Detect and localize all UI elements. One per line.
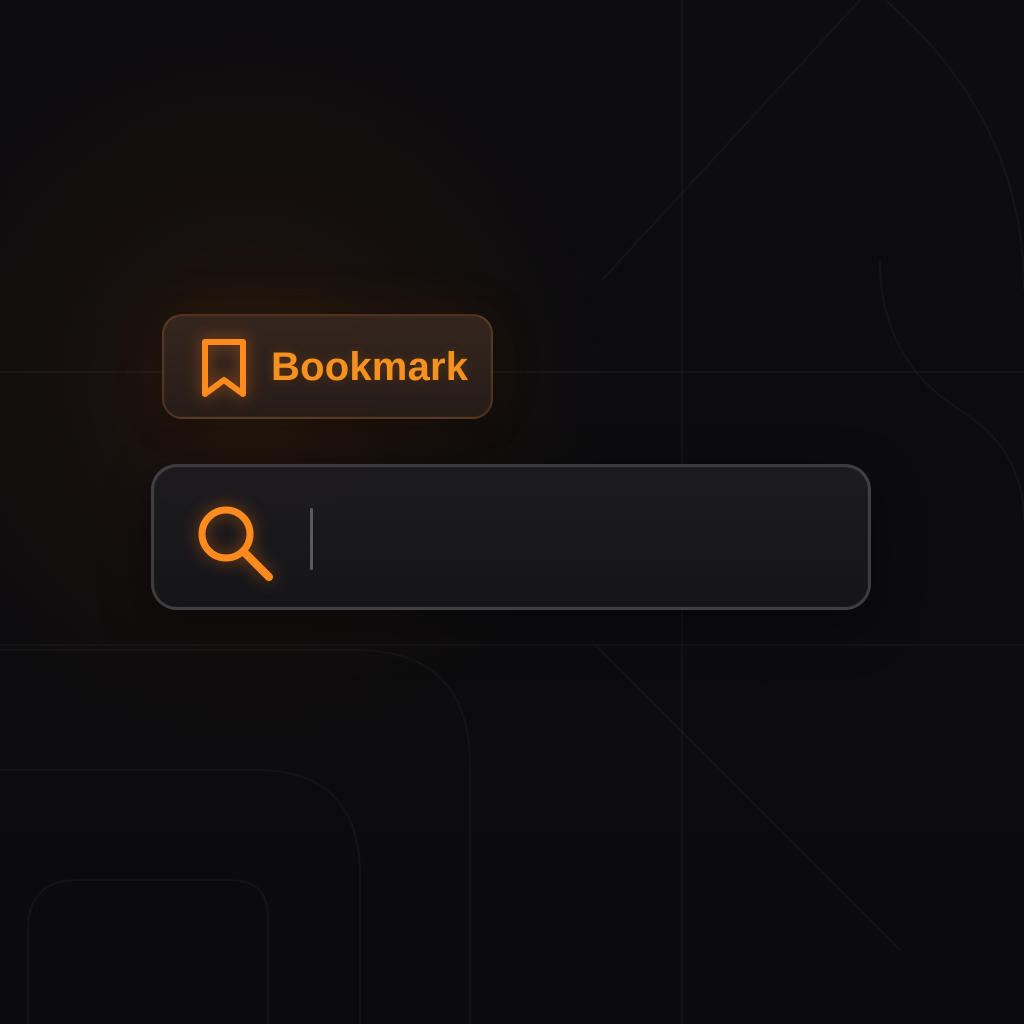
search-icon: [198, 506, 273, 581]
canvas: Bookmark: [0, 0, 1024, 1024]
text-cursor: [310, 508, 313, 570]
search-input[interactable]: [320, 502, 840, 576]
bookmark-button[interactable]: Bookmark: [162, 314, 493, 419]
search-field[interactable]: [151, 464, 871, 610]
bookmark-label: Bookmark: [271, 345, 469, 389]
bookmark-icon: [202, 339, 246, 397]
